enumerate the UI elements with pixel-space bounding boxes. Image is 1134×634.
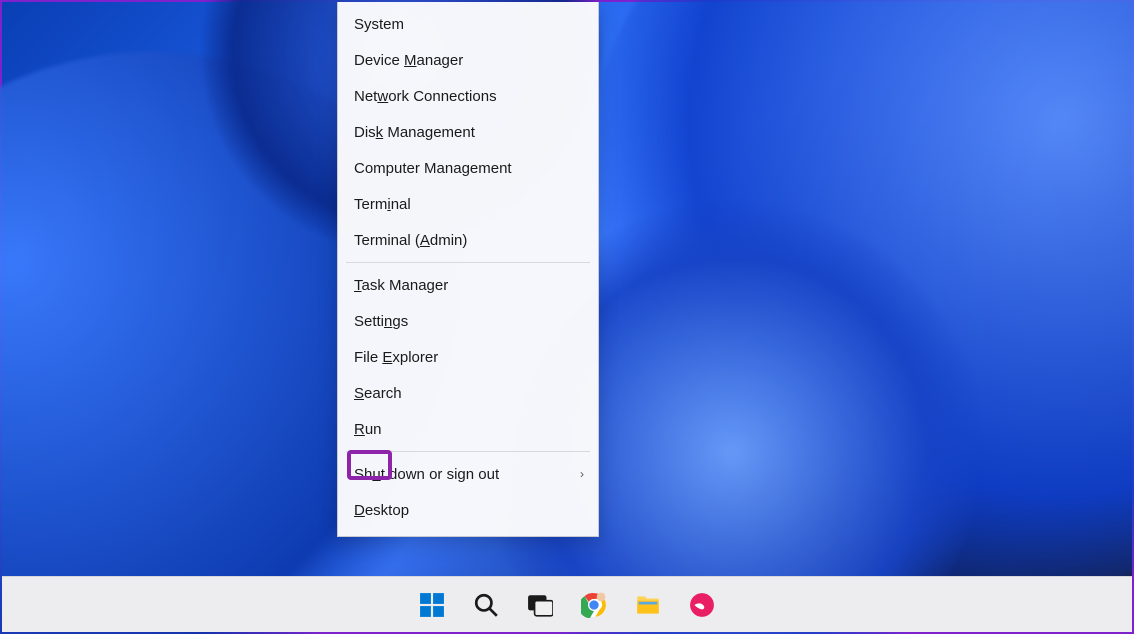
snip-app[interactable] (686, 589, 718, 621)
menu-item-label: Task Manager (354, 277, 448, 294)
chevron-right-icon: › (580, 467, 584, 481)
menu-item-label: Settings (354, 313, 408, 330)
menu-item-search[interactable]: Search (340, 375, 596, 411)
menu-item-settings[interactable]: Settings (340, 303, 596, 339)
search-icon (473, 592, 499, 618)
menu-item-network-connections[interactable]: Network Connections (340, 78, 596, 114)
menu-item-file-explorer[interactable]: File Explorer (340, 339, 596, 375)
circle-app-icon (689, 592, 715, 618)
menu-item-task-manager[interactable]: Task Manager (340, 267, 596, 303)
menu-item-label: Desktop (354, 502, 409, 519)
menu-item-terminal-admin[interactable]: Terminal (Admin) (340, 222, 596, 258)
menu-item-label: Terminal (Admin) (354, 232, 467, 249)
menu-item-label: Run (354, 421, 382, 438)
menu-item-device-manager[interactable]: Device Manager (340, 42, 596, 78)
menu-item-label: System (354, 16, 404, 33)
menu-divider (346, 451, 590, 452)
menu-item-desktop[interactable]: Desktop (340, 492, 596, 528)
menu-item-label: Search (354, 385, 402, 402)
menu-item-label: Computer Management (354, 160, 512, 177)
taskbar (2, 576, 1132, 632)
menu-item-terminal[interactable]: Terminal (340, 186, 596, 222)
menu-item-label: Network Connections (354, 88, 497, 105)
menu-item-label: Terminal (354, 196, 411, 213)
menu-item-label: Disk Management (354, 124, 475, 141)
task-view-icon (527, 592, 553, 618)
winx-context-menu: System Device Manager Network Connections D… (337, 2, 599, 537)
menu-item-disk-management[interactable]: Disk Management (340, 114, 596, 150)
task-view-button[interactable] (524, 589, 556, 621)
windows-logo-icon (419, 592, 445, 618)
file-explorer-app[interactable] (632, 589, 664, 621)
chrome-icon (581, 592, 607, 618)
menu-item-label: Shut down or sign out (354, 466, 499, 483)
start-button[interactable] (416, 589, 448, 621)
menu-item-shut-down-or-sign-out[interactable]: Shut down or sign out › (340, 456, 596, 492)
menu-divider (346, 262, 590, 263)
search-button[interactable] (470, 589, 502, 621)
windows-desktop: System Device Manager Network Connections D… (0, 0, 1134, 634)
menu-item-run[interactable]: Run (340, 411, 596, 447)
menu-item-system[interactable]: System (340, 6, 596, 42)
folder-icon (635, 592, 661, 618)
menu-item-label: File Explorer (354, 349, 438, 366)
menu-item-computer-management[interactable]: Computer Management (340, 150, 596, 186)
menu-item-label: Device Manager (354, 52, 463, 69)
chrome-app[interactable] (578, 589, 610, 621)
